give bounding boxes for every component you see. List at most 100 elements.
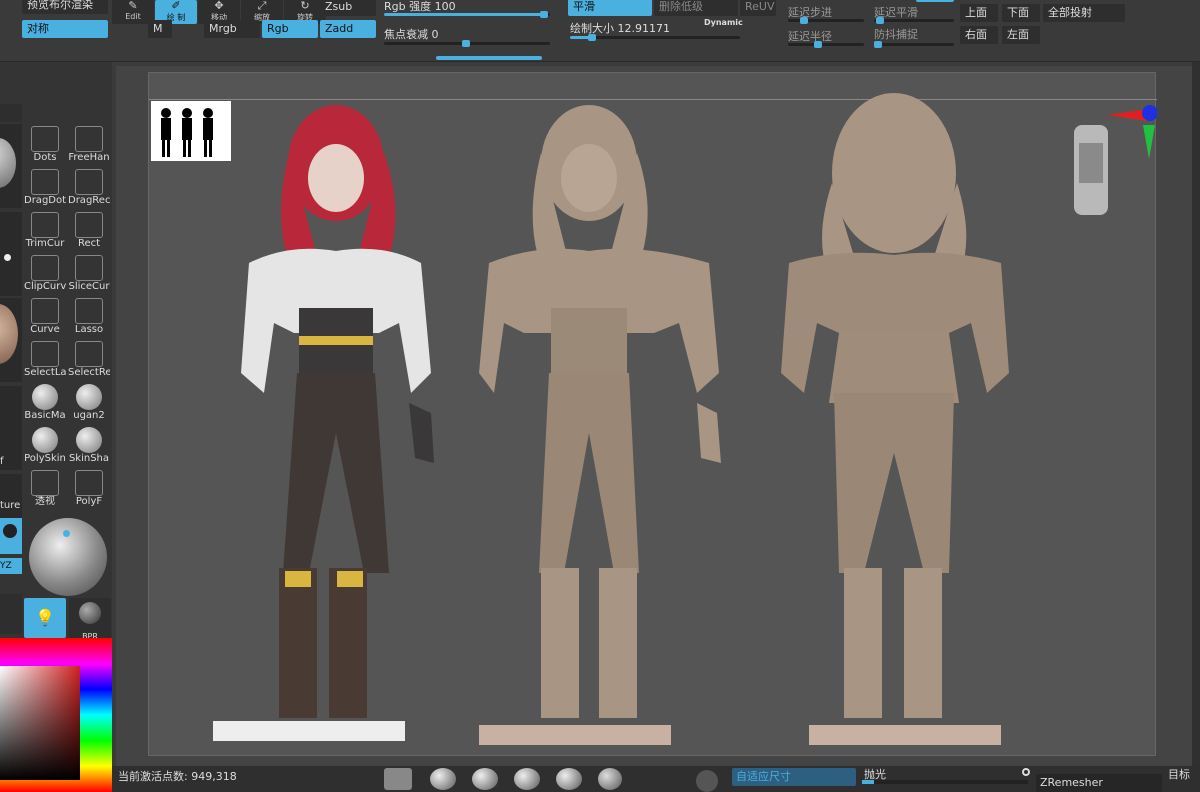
brush-label: Rect: [77, 238, 101, 249]
current-alpha-preview[interactable]: [0, 298, 22, 382]
brush-item[interactable]: SliceCur: [68, 253, 110, 295]
brush-item[interactable]: Rect: [68, 210, 110, 252]
current-brush-preview[interactable]: [0, 124, 22, 208]
fit-size-button[interactable]: 自适应尺寸: [732, 768, 856, 786]
rgb-button[interactable]: Rgb: [262, 20, 318, 38]
polish-toggle[interactable]: [1022, 768, 1030, 776]
brush-thumb-icon: [31, 298, 59, 324]
saturation-value-square[interactable]: [0, 666, 80, 780]
bottom-view-button[interactable]: 下面: [1002, 4, 1040, 22]
brush-item[interactable]: Curve: [24, 296, 66, 338]
brush-item[interactable]: SelectLa: [24, 339, 66, 381]
brush-item[interactable]: SkinSha: [68, 425, 110, 467]
brush-item[interactable]: ClipCurv: [24, 253, 66, 295]
brush-label: Dots: [33, 152, 57, 163]
target-label: 目标: [1168, 768, 1190, 781]
reuv-button[interactable]: ReUV: [740, 0, 776, 16]
brush-label: TrimCur: [25, 238, 65, 249]
brush-item[interactable]: PolyF: [68, 468, 110, 510]
brush-thumb-icon: [75, 126, 103, 152]
top-toolbar: 预览布尔渲染 对称 ✎ Edit ✐ 绘 制 ✥ 移动 ⤢ 缩放 ↻ 旋转 M …: [0, 0, 1200, 62]
brush-item[interactable]: SelectRe: [68, 339, 110, 381]
zadd-button[interactable]: Zadd: [320, 20, 376, 38]
color-picker[interactable]: [0, 638, 112, 792]
clay-figure-front: [479, 105, 721, 745]
preview-boolean-button[interactable]: 预览布尔渲染: [22, 0, 108, 14]
3d-canvas[interactable]: [148, 72, 1157, 756]
brush-label: DragRec: [68, 195, 110, 206]
colored-figure-front: [213, 105, 434, 741]
brush-thumb-icon: [76, 427, 102, 453]
brush-item[interactable]: DragDot: [24, 167, 66, 209]
brush-thumb-icon: [75, 169, 103, 195]
persp-button[interactable]: [0, 594, 22, 634]
current-stroke-preview[interactable]: [0, 212, 22, 296]
lazy-snap-label: 防抖捕捉: [874, 28, 918, 41]
swirl-icon[interactable]: [514, 768, 540, 790]
current-texture-preview[interactable]: ture: [0, 474, 22, 520]
mrgb-button[interactable]: Mrgb: [204, 20, 260, 38]
lazy-snap-slider[interactable]: [874, 41, 954, 48]
cone-icon[interactable]: [598, 768, 622, 790]
gear-shape-icon[interactable]: [472, 768, 498, 790]
subtool-icons: [384, 766, 624, 792]
brush-item[interactable]: Lasso: [68, 296, 110, 338]
brush-thumb-icon: [75, 298, 103, 324]
brush-label: BasicMa: [24, 410, 66, 421]
lazy-radius-label: 延迟半径: [788, 30, 832, 43]
zsub-button[interactable]: Zsub: [320, 0, 376, 16]
brush-item[interactable]: ugan2: [68, 382, 110, 424]
brush-label: PolySkin: [24, 453, 66, 464]
smooth-button[interactable]: 平滑: [568, 0, 652, 16]
symmetry-button[interactable]: 对称: [22, 20, 108, 38]
draw-size-slider[interactable]: [570, 34, 740, 41]
brush-label: SelectRe: [68, 367, 110, 378]
focal-shift-slider[interactable]: [384, 40, 550, 47]
lazy-smooth-slider[interactable]: [874, 17, 954, 24]
zremesher-button[interactable]: ZRemesher: [1036, 774, 1162, 792]
draw-icon: ✐: [171, 0, 181, 12]
brush-item[interactable]: 透视: [24, 468, 66, 510]
right-tray-edge[interactable]: [1192, 62, 1200, 766]
xyz-button[interactable]: YZ: [0, 558, 22, 574]
brush-label: SkinSha: [68, 453, 110, 464]
lazy-step-slider[interactable]: [788, 17, 864, 24]
rgb-intensity-slider[interactable]: [384, 11, 550, 18]
left-collapsed-tab[interactable]: [0, 104, 22, 122]
right-view-button[interactable]: 右面: [960, 26, 998, 44]
brush-label: DragDot: [24, 195, 66, 206]
sphere-icon[interactable]: [430, 768, 456, 790]
spiral-icon[interactable]: [556, 768, 582, 790]
bpr-button[interactable]: BPR: [69, 598, 111, 641]
brush-item[interactable]: BasicMa: [24, 382, 66, 424]
edit-icon: ✎: [128, 0, 138, 12]
delete-lower-button[interactable]: 删除低级: [654, 0, 738, 16]
brush-item[interactable]: FreeHan: [68, 124, 110, 166]
brush-label: PolyF: [75, 496, 103, 507]
polish-slider[interactable]: [862, 780, 1028, 784]
brush-item[interactable]: DragRec: [68, 167, 110, 209]
dynamic-label[interactable]: Dynamic: [704, 18, 743, 27]
all-projection-button[interactable]: 全部投射: [1043, 4, 1125, 22]
brush-item[interactable]: TrimCur: [24, 210, 66, 252]
lazy-radius-slider[interactable]: [788, 41, 864, 48]
top-view-button[interactable]: 上面: [960, 4, 998, 22]
brush-label: FreeHan: [68, 152, 110, 163]
current-material-preview[interactable]: f: [0, 386, 22, 470]
lightbulb-icon[interactable]: 💡: [24, 598, 66, 638]
m-button[interactable]: M: [148, 20, 172, 38]
sculpt-mode-button[interactable]: [0, 518, 22, 554]
brush-thumb-icon: [31, 169, 59, 195]
cube-icon[interactable]: [384, 768, 412, 790]
brush-label: ClipCurv: [24, 281, 66, 292]
left-view-button[interactable]: 左面: [1002, 26, 1040, 44]
brush-thumb-icon: [31, 255, 59, 281]
brush-thumb-icon: [31, 126, 59, 152]
brush-item[interactable]: Dots: [24, 124, 66, 166]
brush-label: Curve: [30, 324, 60, 335]
brush-label: ugan2: [73, 410, 105, 421]
clay-figure-back: [781, 93, 1009, 745]
brush-size-sphere[interactable]: [29, 518, 107, 596]
brush-item[interactable]: PolySkin: [24, 425, 66, 467]
globe-icon[interactable]: [696, 770, 718, 792]
